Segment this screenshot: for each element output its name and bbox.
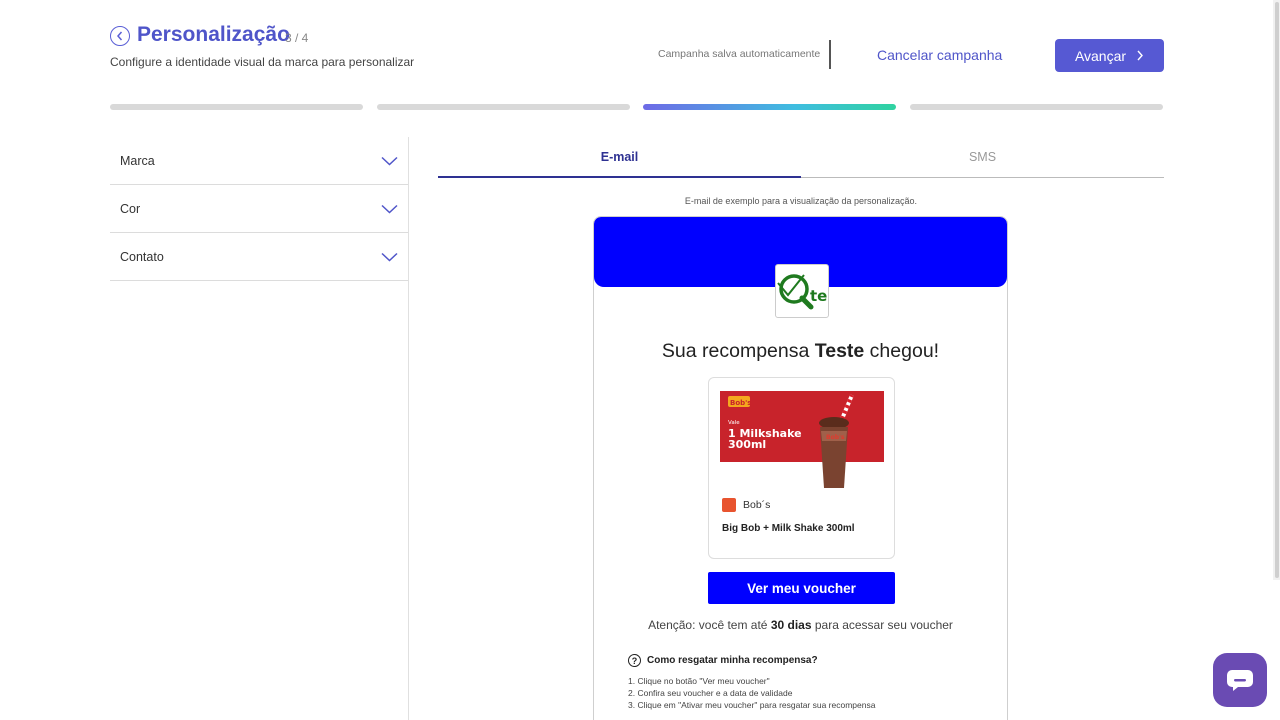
tab-sms[interactable]: SMS xyxy=(801,137,1164,177)
view-voucher-button[interactable]: Ver meu voucher xyxy=(708,572,895,604)
magnifier-logo-icon: tes xyxy=(777,274,829,310)
accordion-item-marca[interactable]: Marca xyxy=(110,137,408,185)
chevron-right-icon xyxy=(1137,50,1143,61)
header-divider xyxy=(829,40,831,69)
campaign-personalization-page: Personalização 3 / 4 Configure a identid… xyxy=(0,0,1280,720)
voucher-brand: Bob´s xyxy=(743,499,771,511)
accordion-label: Contato xyxy=(120,249,164,264)
howto-step: 1. Clique no botão "Ver meu voucher" xyxy=(628,676,770,686)
autosave-status: Campanha salva automaticamente xyxy=(658,48,821,60)
voucher-label: Vale xyxy=(728,420,740,426)
page-title: Personalização xyxy=(137,23,290,46)
headline-brand: Teste xyxy=(814,340,865,362)
cancel-campaign-link[interactable]: Cancelar campanha xyxy=(877,47,1002,63)
email-headline: Sua recompensa Teste chegou! xyxy=(594,340,1007,363)
page-scrollbar-thumb[interactable] xyxy=(1275,2,1279,578)
progress-step-3 xyxy=(643,104,896,110)
back-button[interactable] xyxy=(110,26,130,46)
accordion-label: Cor xyxy=(120,201,141,216)
chevron-down-icon xyxy=(381,252,398,262)
attention-text: Atenção: você tem até 30 dias para acess… xyxy=(594,618,1007,632)
settings-accordion: Marca Cor Contato xyxy=(110,137,408,281)
tab-email[interactable]: E-mail xyxy=(438,137,801,178)
chat-bubble-icon xyxy=(1227,670,1253,691)
voucher-card: Bob's Vale 1 Milkshake 300ml Bob's Bob´s… xyxy=(708,377,895,559)
cup-brand-mark: Bob's xyxy=(826,434,845,441)
advance-button[interactable]: Avançar xyxy=(1055,39,1164,72)
chevron-down-icon xyxy=(381,156,398,166)
step-indicator: 3 / 4 xyxy=(285,31,309,45)
attention-post: para acessar seu voucher xyxy=(811,618,953,632)
voucher-brand-badge: Bob's xyxy=(730,399,751,407)
accordion-item-cor[interactable]: Cor xyxy=(110,185,408,233)
question-icon: ? xyxy=(628,654,641,667)
howto-steps: 1. Clique no botão "Ver meu voucher" 2. … xyxy=(628,675,875,711)
voucher-title-line2: 300ml xyxy=(728,438,766,451)
chat-widget-button[interactable] xyxy=(1213,653,1267,707)
attention-days: 30 dias xyxy=(770,618,812,632)
attention-pre: Atenção: você tem até xyxy=(648,618,771,632)
email-preview: tes Sua recompensa Teste chegou! Bob's V… xyxy=(593,216,1008,720)
page-subtitle: Configure a identidade visual da marca p… xyxy=(110,55,415,69)
headline-pre: Sua recompensa xyxy=(661,340,815,362)
accordion-label: Marca xyxy=(120,153,155,168)
voucher-product: Big Bob + Milk Shake 300ml xyxy=(722,523,855,534)
milkshake-illustration: Bob's Vale 1 Milkshake 300ml Bob's xyxy=(728,394,854,488)
chevron-left-icon xyxy=(117,31,123,41)
advance-label: Avançar xyxy=(1074,47,1127,64)
howto-step: 2. Confira seu voucher e a data de valid… xyxy=(628,688,793,698)
progress-step-4 xyxy=(910,104,1163,110)
headline-post: chegou! xyxy=(864,340,940,362)
progress-step-2 xyxy=(377,104,630,110)
svg-text:tes: tes xyxy=(810,287,829,305)
brand-icon xyxy=(722,498,736,512)
accordion-item-contato[interactable]: Contato xyxy=(110,233,408,281)
howto-step: 3. Clique em "Ativar meu voucher" para r… xyxy=(628,700,876,710)
brand-logo: tes xyxy=(775,264,829,318)
howto-heading: ? Como resgatar minha recompensa? xyxy=(628,654,818,667)
voucher-image: Bob's Vale 1 Milkshake 300ml Bob's xyxy=(720,391,884,490)
progress-step-1 xyxy=(110,104,363,110)
howto-title: Como resgatar minha recompensa? xyxy=(647,655,818,666)
preview-note: E-mail de exemplo para a visualização da… xyxy=(684,196,918,206)
voucher-brand-row: Bob´s xyxy=(722,498,770,512)
preview-tabs: E-mail SMS xyxy=(438,137,1164,178)
chevron-down-icon xyxy=(381,204,398,214)
panel-divider xyxy=(408,137,409,720)
